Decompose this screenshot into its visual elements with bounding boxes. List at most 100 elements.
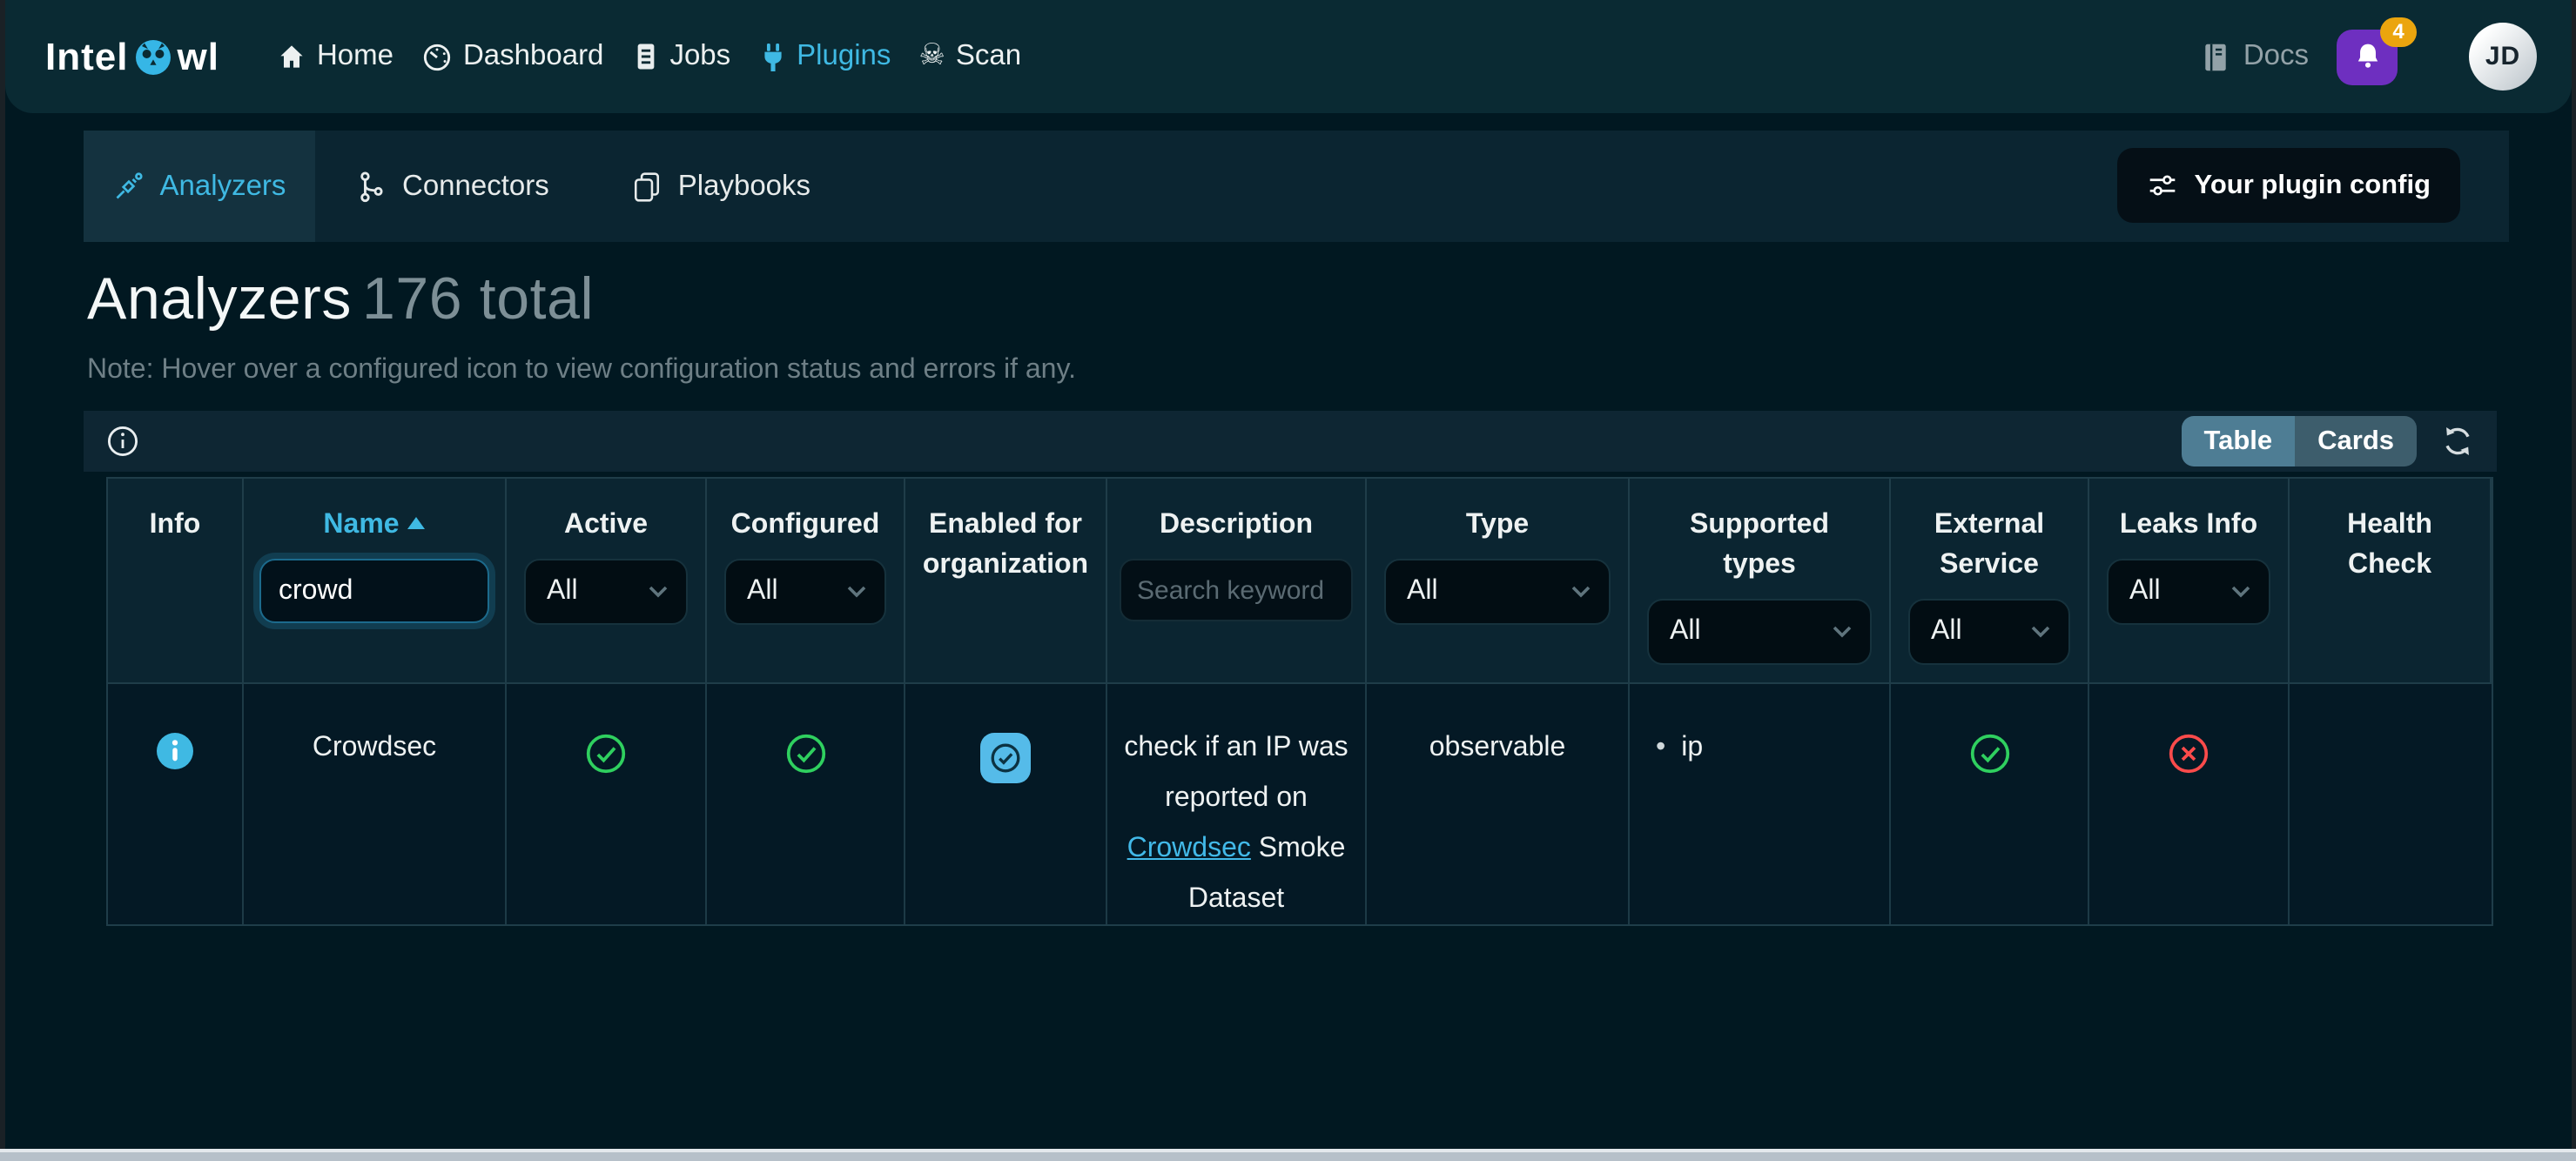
user-avatar[interactable]: JD xyxy=(2469,23,2537,91)
leaks-info-filter-select[interactable]: All xyxy=(2107,559,2270,625)
column-header-active: Active All xyxy=(507,479,707,685)
sliders-icon xyxy=(2148,171,2179,200)
analyzers-table: Info Name Active All Configured All Enab… xyxy=(106,477,2493,927)
type-filter-select[interactable]: All xyxy=(1384,559,1611,625)
scan-skull-icon: ☠ xyxy=(918,42,945,71)
row-crowdsec-description-cell: check if an IP was reported on Crowdsec … xyxy=(1107,685,1367,925)
total-count: 176 total xyxy=(362,266,594,332)
page-title-text: Analyzers xyxy=(87,266,352,332)
plugins-tabbar: Analyzers Connectors Playbooks Your plug… xyxy=(84,131,2509,242)
view-cards-button[interactable]: Cards xyxy=(2295,416,2417,466)
docs-book-icon xyxy=(2202,41,2231,72)
column-header-description: Description xyxy=(1107,479,1367,685)
row-crowdsec-configured-cell xyxy=(707,685,905,925)
row-crowdsec-external-service-cell xyxy=(1891,685,2089,925)
window-edge-right xyxy=(2572,0,2576,1161)
page-note: Note: Hover over a configured icon to vi… xyxy=(87,355,2576,386)
check-circle-dark-icon xyxy=(989,742,1022,775)
table-toolbar: Table Cards xyxy=(84,411,2497,472)
row-crowdsec-active-cell xyxy=(507,685,707,925)
view-toggle: Table Cards xyxy=(2181,416,2417,466)
row-info-icon[interactable] xyxy=(157,734,193,770)
column-header-enabled-org: Enabled for organization xyxy=(905,479,1107,685)
supported-types-list: ip xyxy=(1656,734,1703,765)
supported-type-item: ip xyxy=(1656,734,1703,765)
dashboard-icon xyxy=(421,41,453,72)
playbooks-collection-icon xyxy=(633,170,662,203)
brand-text-prefix: Intel xyxy=(45,34,128,79)
header-label-active: Active xyxy=(564,505,648,545)
x-circle-icon xyxy=(2168,734,2209,775)
crowdsec-link[interactable]: Crowdsec xyxy=(1127,834,1251,863)
column-header-external-service: External Service All xyxy=(1891,479,2089,685)
header-label-name[interactable]: Name xyxy=(323,505,425,545)
check-circle-icon xyxy=(1968,734,2010,775)
view-table-button[interactable]: Table xyxy=(2181,416,2295,466)
main-nav: Home Dashboard Jobs Plugins xyxy=(277,40,1021,73)
name-filter-input[interactable] xyxy=(259,559,489,623)
notifications-button[interactable]: 4 xyxy=(2337,29,2398,84)
row-crowdsec-supported-types-cell: ip xyxy=(1630,685,1891,925)
header-label-health-check: Health Check xyxy=(2310,505,2470,586)
horizontal-scrollbar[interactable] xyxy=(0,1149,2576,1161)
row-crowdsec-name-cell: Crowdsec xyxy=(244,685,507,925)
window-edge-left xyxy=(0,0,5,1161)
sort-ascending-icon xyxy=(408,517,426,529)
your-plugin-config-button[interactable]: Your plugin config xyxy=(2118,148,2461,223)
active-filter-select[interactable]: All xyxy=(524,559,688,625)
jobs-icon xyxy=(631,42,659,71)
column-header-leaks-info: Leaks Info All xyxy=(2089,479,2290,685)
brand-text-suffix: wl xyxy=(177,34,219,79)
navbar-right: Docs 4 JD xyxy=(2202,23,2537,91)
nav-plugins[interactable]: Plugins xyxy=(758,40,891,73)
row-crowdsec-health-check-cell xyxy=(2290,685,2492,925)
nav-jobs[interactable]: Jobs xyxy=(631,40,730,73)
chevron-down-icon xyxy=(1570,585,1591,599)
row-crowdsec-type-cell: observable xyxy=(1367,685,1630,925)
header-label-supported-types: Supported types xyxy=(1679,505,1840,586)
description-text: check if an IP was reported on Crowdsec … xyxy=(1121,725,1351,925)
external-service-filter-select[interactable]: All xyxy=(1908,600,2070,666)
chevron-down-icon xyxy=(846,585,867,599)
connectors-branch-icon xyxy=(357,170,387,203)
plug-icon xyxy=(758,41,786,72)
nav-home[interactable]: Home xyxy=(277,40,393,73)
nav-dashboard[interactable]: Dashboard xyxy=(421,40,603,73)
header-label-info: Info xyxy=(150,505,201,545)
column-header-info: Info xyxy=(108,479,244,685)
top-navbar: Intel wl Home Dashboard xyxy=(5,0,2572,113)
configured-filter-select[interactable]: All xyxy=(724,559,886,625)
check-circle-icon xyxy=(784,734,826,775)
chevron-down-icon xyxy=(2030,626,2051,640)
nav-scan[interactable]: ☠ Scan xyxy=(918,40,1021,73)
check-circle-icon xyxy=(585,734,627,775)
row-crowdsec-enabled-org-cell xyxy=(905,685,1107,925)
column-header-supported-types: Supported types All xyxy=(1630,479,1891,685)
header-label-external-service: External Service xyxy=(1909,505,2069,586)
chevron-down-icon xyxy=(1832,626,1853,640)
tab-analyzers[interactable]: Analyzers xyxy=(84,131,315,242)
page-title: Analyzers176 total xyxy=(87,266,2576,334)
tab-playbooks[interactable]: Playbooks xyxy=(591,131,852,242)
column-header-type: Type All xyxy=(1367,479,1630,685)
brand-logo[interactable]: Intel wl xyxy=(45,34,219,79)
home-icon xyxy=(277,42,306,71)
info-circle-icon[interactable] xyxy=(106,425,139,458)
app-window: Intel wl Home Dashboard xyxy=(0,0,2576,1161)
docs-link[interactable]: Docs xyxy=(2202,40,2309,73)
chevron-down-icon xyxy=(2230,585,2251,599)
column-header-name: Name xyxy=(244,479,507,685)
description-filter-input[interactable] xyxy=(1120,559,1353,621)
supported-types-filter-select[interactable]: All xyxy=(1647,600,1872,666)
header-label-enabled-org: Enabled for organization xyxy=(905,505,1106,586)
owl-logo-icon xyxy=(133,37,172,76)
header-label-type: Type xyxy=(1466,505,1529,545)
column-header-health-check: Health Check xyxy=(2290,479,2492,685)
header-label-leaks-info: Leaks Info xyxy=(2120,505,2257,545)
tab-connectors[interactable]: Connectors xyxy=(315,131,591,242)
row-crowdsec-info-cell xyxy=(108,685,244,925)
org-enabled-toggle[interactable] xyxy=(980,734,1031,784)
refresh-icon[interactable] xyxy=(2441,425,2474,458)
row-crowdsec-leaks-info-cell xyxy=(2089,685,2290,925)
notifications-badge: 4 xyxy=(2380,17,2417,46)
